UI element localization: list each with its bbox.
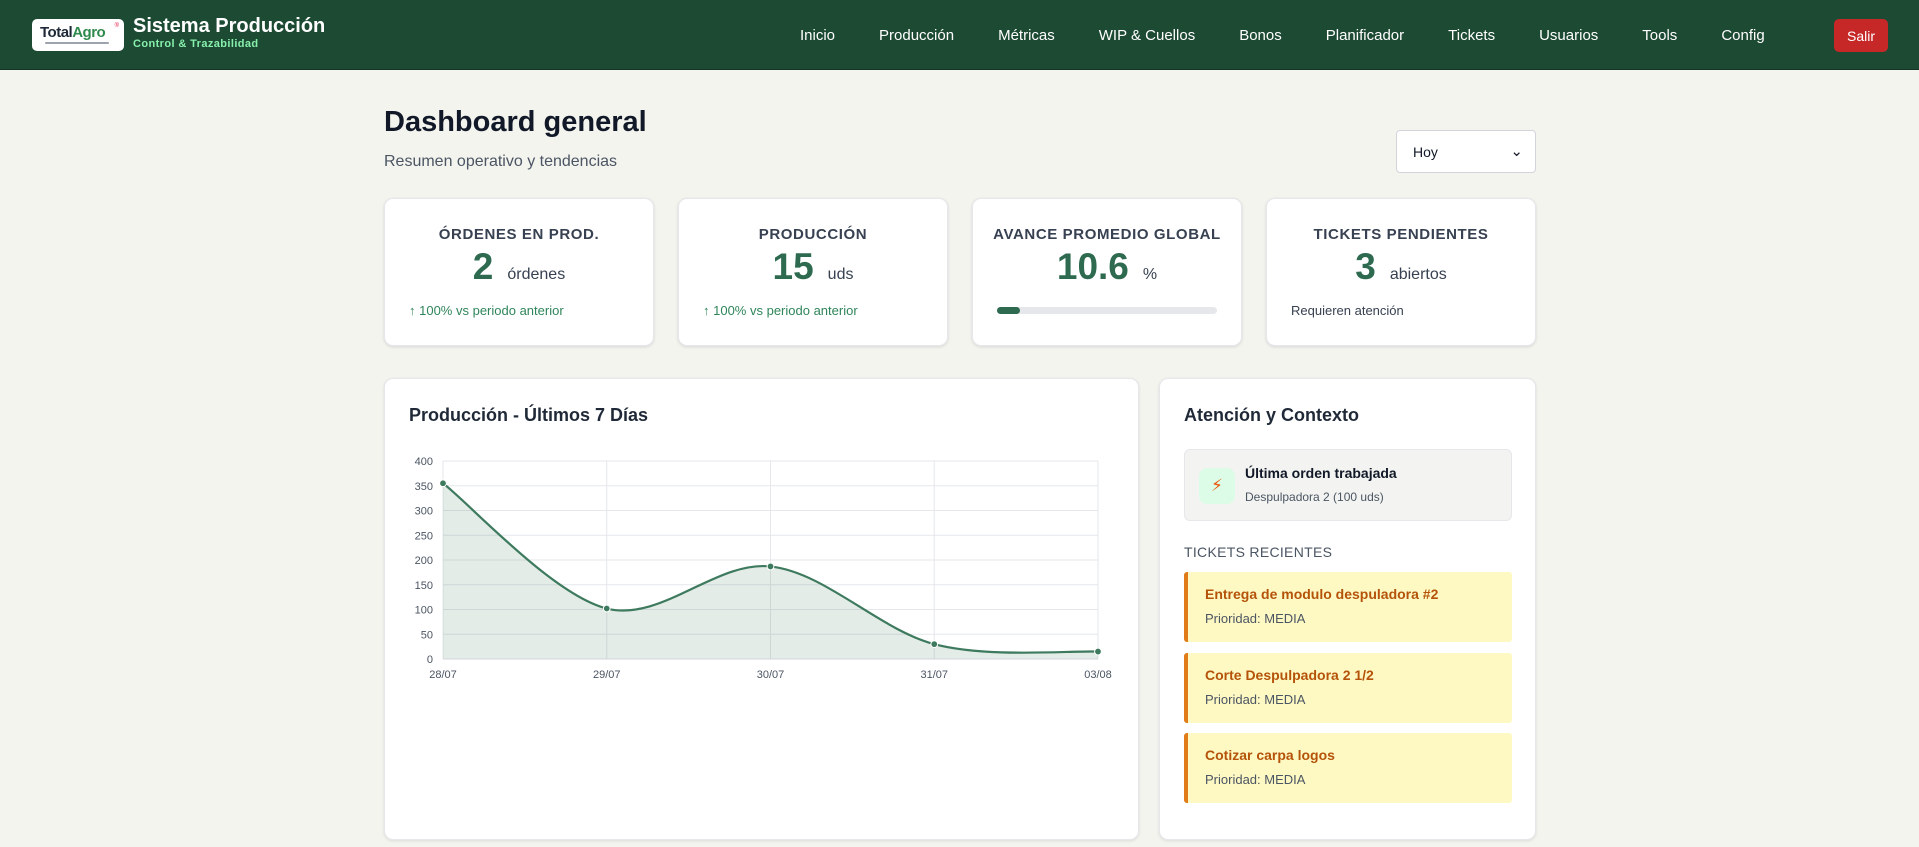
kpi-card-production: PRODUCCIÓN 15 uds ↑ 100% vs periodo ante… — [678, 198, 948, 346]
logo-wordmark: TotalAgro — [40, 24, 106, 41]
app-title: Sistema Producción — [133, 15, 326, 37]
production-line-chart: 0 50 100 150 200 250 300 350 400 28/07 29/07 30/07 3… — [415, 456, 1112, 681]
nav-link-config[interactable]: Config — [1721, 27, 1764, 44]
y-tick-label: 350 — [415, 481, 433, 493]
kpi-unit: uds — [827, 266, 854, 283]
context-panel: Atención y Contexto ⚡ Última orden traba… — [1159, 378, 1536, 840]
data-point — [1094, 647, 1102, 656]
ticket-priority: Prioridad: MEDIA — [1205, 611, 1306, 626]
logout-button[interactable]: Salir — [1834, 19, 1888, 52]
kpi-unit: abiertos — [1389, 266, 1447, 283]
kpi-label: TICKETS PENDIENTES — [1313, 226, 1489, 243]
nav-link-metricas[interactable]: Métricas — [998, 27, 1055, 44]
last-order-card: ⚡ Última orden trabajada Despulpadora 2 … — [1184, 449, 1512, 521]
chevron-down-icon: ⌄ — [1510, 143, 1523, 160]
kpi-value-row: 10.6 % — [973, 245, 1241, 289]
progress-bar-fill — [997, 307, 1021, 314]
totalagro-logo[interactable]: TotalAgro ® — [32, 19, 124, 51]
production-chart-panel: Producción - Últimos 7 Días 0 50 100 150 200… — [384, 378, 1139, 840]
nav-link-produccion[interactable]: Producción — [879, 27, 954, 44]
progress-bar — [997, 307, 1217, 314]
ticket-card[interactable]: Corte Despulpadora 2 1/2 Prioridad: MEDI… — [1184, 653, 1512, 723]
y-tick-label: 250 — [415, 530, 433, 542]
x-tick-label: 03/08 — [1084, 669, 1112, 681]
y-tick-label: 0 — [427, 654, 433, 666]
top-navbar: TotalAgro ® Sistema Producción Control &… — [0, 0, 1919, 70]
ticket-priority: Prioridad: MEDIA — [1205, 692, 1306, 707]
main-nav: Inicio Producción Métricas WIP & Cuellos… — [800, 0, 1809, 70]
last-order-title: Última orden trabajada — [1245, 465, 1397, 481]
nav-link-tools[interactable]: Tools — [1642, 27, 1677, 44]
app-subtitle: Control & Trazabilidad — [133, 38, 259, 50]
x-tick-label: 31/07 — [920, 669, 948, 681]
ticket-title: Cotizar carpa logos — [1205, 747, 1335, 763]
x-tick-label: 30/07 — [757, 669, 785, 681]
y-tick-label: 400 — [415, 456, 433, 468]
kpi-card-orders: ÓRDENES EN PROD. 2 órdenes ↑ 100% vs per… — [384, 198, 654, 346]
logo-tagline — [45, 42, 109, 44]
kpi-label: ÓRDENES EN PROD. — [438, 226, 600, 243]
data-point — [439, 479, 447, 488]
kpi-card-progress: AVANCE PROMEDIO GLOBAL 10.6 % — [972, 198, 1242, 346]
recent-tickets-heading: TICKETS RECIENTES — [1184, 544, 1333, 560]
kpi-value: 3 — [1355, 246, 1376, 287]
last-order-detail: Despulpadora 2 (100 uds) — [1245, 490, 1384, 504]
ticket-card[interactable]: Entrega de modulo despuladora #2 Priorid… — [1184, 572, 1512, 642]
data-point — [602, 604, 611, 613]
page-title: Dashboard general — [384, 106, 647, 138]
page-subtitle: Resumen operativo y tendencias — [384, 153, 618, 170]
kpi-label: PRODUCCIÓN — [758, 226, 868, 243]
kpi-unit: órdenes — [507, 266, 566, 283]
y-tick-label: 200 — [415, 555, 433, 567]
nav-link-tickets[interactable]: Tickets — [1448, 27, 1495, 44]
y-tick-label: 50 — [421, 629, 433, 641]
data-point — [930, 640, 939, 649]
kpi-value: 10.6 — [1056, 246, 1129, 287]
kpi-value-row: 2 órdenes — [385, 245, 653, 289]
kpi-card-tickets: TICKETS PENDIENTES 3 abiertos Requieren … — [1266, 198, 1536, 346]
kpi-unit: % — [1142, 266, 1158, 283]
bolt-icon: ⚡ — [1199, 468, 1235, 504]
nav-link-usuarios[interactable]: Usuarios — [1539, 27, 1598, 44]
kpi-label: AVANCE PROMEDIO GLOBAL — [993, 226, 1221, 243]
context-panel-title: Atención y Contexto — [1184, 405, 1360, 425]
kpi-value-row: 15 uds — [679, 245, 947, 289]
y-tick-label: 300 — [415, 506, 433, 518]
x-tick-label: 28/07 — [429, 669, 457, 681]
data-point — [766, 562, 775, 571]
ticket-card[interactable]: Cotizar carpa logos Prioridad: MEDIA — [1184, 733, 1512, 803]
x-tick-label: 29/07 — [593, 669, 621, 681]
ticket-priority: Prioridad: MEDIA — [1205, 772, 1306, 787]
kpi-note: Requieren atención — [1291, 303, 1404, 318]
nav-link-bonos[interactable]: Bonos — [1239, 27, 1282, 44]
kpi-value: 2 — [472, 246, 494, 287]
kpi-value-row: 3 abiertos — [1267, 245, 1535, 289]
period-select[interactable]: Hoy ⌄ — [1396, 130, 1536, 173]
nav-link-inicio[interactable]: Inicio — [800, 27, 835, 44]
ticket-title: Corte Despulpadora 2 1/2 — [1205, 667, 1374, 683]
logo-registered-mark: ® — [114, 23, 119, 29]
kpi-value: 15 — [772, 246, 814, 287]
ticket-title: Entrega de modulo despuladora #2 — [1205, 586, 1439, 602]
y-tick-label: 150 — [415, 580, 433, 592]
period-select-value: Hoy — [1413, 143, 1438, 160]
y-tick-label: 100 — [415, 605, 433, 617]
nav-link-wip-cuellos[interactable]: WIP & Cuellos — [1099, 27, 1195, 44]
nav-link-planificador[interactable]: Planificador — [1326, 27, 1404, 44]
kpi-trend: ↑ 100% vs periodo anterior — [703, 303, 858, 318]
kpi-trend: ↑ 100% vs periodo anterior — [409, 303, 564, 318]
